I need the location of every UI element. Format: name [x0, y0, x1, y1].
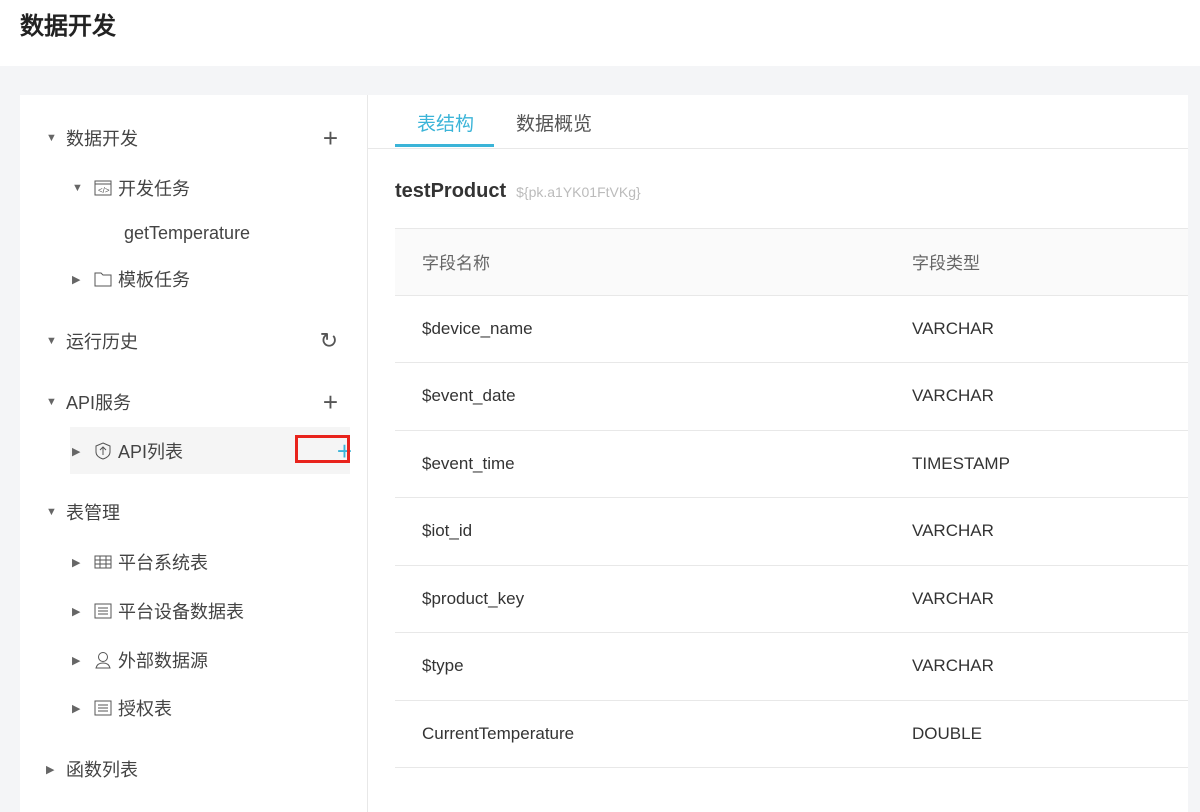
svg-text:</>: </> — [98, 186, 110, 195]
table-grid-icon — [92, 553, 114, 571]
schema-table: 字段名称 字段类型 $device_name VARCHAR $event_date V… — [395, 228, 1188, 768]
label: 数据开发 — [66, 129, 138, 149]
field-type: VARCHAR — [912, 386, 994, 406]
caret-down-icon[interactable]: ▼ — [72, 182, 92, 194]
tree-item-auth-tables[interactable]: ▶ 授权表 — [72, 693, 172, 723]
field-name: $device_name — [422, 318, 533, 338]
caret-right-icon[interactable]: ▶ — [72, 702, 92, 715]
header: 数据开发 — [0, 0, 1200, 66]
table-row: CurrentTemperature DOUBLE — [395, 701, 1188, 768]
label: 运行历史 — [66, 332, 138, 352]
plus-icon[interactable]: + — [323, 125, 338, 151]
table-row: $type VARCHAR — [395, 633, 1188, 701]
label: 外部数据源 — [118, 651, 208, 671]
label: 平台设备数据表 — [118, 602, 244, 622]
field-type: TIMESTAMP — [912, 453, 1010, 473]
code-file-icon: </> — [92, 179, 114, 197]
folder-icon — [92, 270, 114, 288]
label: 授权表 — [118, 699, 172, 719]
tree-item-data-dev[interactable]: ▼ 数据开发 + — [46, 123, 356, 153]
tree-item-template-tasks[interactable]: ▶ 模板任务 — [72, 264, 190, 294]
table-row: $product_key VARCHAR — [395, 566, 1188, 633]
caret-down-icon[interactable]: ▼ — [46, 396, 66, 408]
tab-table-structure[interactable]: 表结构 — [417, 109, 474, 136]
caret-down-icon[interactable]: ▼ — [46, 506, 66, 518]
label: API列表 — [118, 442, 184, 462]
tree-item-gettemperature[interactable]: getTemperature — [124, 218, 250, 248]
refresh-icon[interactable]: ↻ — [320, 330, 338, 352]
label: 开发任务 — [118, 179, 190, 199]
caret-right-icon[interactable]: ▶ — [72, 556, 92, 569]
list-table-icon — [92, 699, 114, 717]
table-name: testProduct — [395, 180, 507, 202]
list-table-icon — [92, 602, 114, 620]
field-name: $type — [422, 656, 464, 676]
tree-item-platform-system-tables[interactable]: ▶ 平台系统表 — [72, 547, 208, 577]
table-row: $iot_id VARCHAR — [395, 498, 1188, 566]
caret-down-icon[interactable]: ▼ — [46, 132, 66, 144]
page-title: 数据开发 — [20, 13, 116, 40]
plus-icon[interactable]: + — [323, 389, 338, 415]
label: 模板任务 — [118, 270, 190, 290]
tree-item-dev-tasks[interactable]: ▼ </> 开发任务 — [72, 173, 190, 203]
field-name: CurrentTemperature — [422, 723, 575, 743]
column-header-type: 字段类型 — [912, 254, 980, 274]
table-header: 字段名称 字段类型 — [395, 228, 1188, 296]
table-row: $device_name VARCHAR — [395, 296, 1188, 363]
label: 平台系统表 — [118, 553, 208, 573]
tree-item-run-history[interactable]: ▼ 运行历史 ↻ — [46, 326, 356, 356]
label: 表管理 — [66, 503, 120, 523]
field-type: VARCHAR — [912, 521, 994, 541]
caret-right-icon[interactable]: ▶ — [46, 763, 66, 776]
table-title: testProduct ${pk.a1YK01FtVKg} — [395, 180, 641, 203]
tree-item-api-service[interactable]: ▼ API服务 + — [46, 387, 356, 417]
field-name: $iot_id — [422, 521, 473, 541]
tab-bar: 表结构 数据概览 — [368, 95, 1188, 149]
field-type: VARCHAR — [912, 318, 994, 338]
main-panel: 表结构 数据概览 testProduct ${pk.a1YK01FtVKg} 字段… — [368, 95, 1188, 812]
field-name: $product_key — [422, 588, 525, 608]
caret-right-icon[interactable]: ▶ — [72, 445, 92, 458]
label: 函数列表 — [66, 760, 138, 780]
caret-right-icon[interactable]: ▶ — [72, 605, 92, 618]
label: API服务 — [66, 393, 132, 413]
field-type: VARCHAR — [912, 588, 994, 608]
caret-down-icon[interactable]: ▼ — [46, 335, 66, 347]
column-header-name: 字段名称 — [422, 254, 490, 274]
api-shield-icon — [92, 442, 114, 460]
field-name: $event_time — [422, 453, 515, 473]
tree-item-functions[interactable]: ▶ 函数列表 — [46, 754, 138, 784]
tree-item-platform-device-tables[interactable]: ▶ 平台设备数据表 — [72, 596, 244, 626]
table-key: ${pk.a1YK01FtVKg} — [516, 184, 641, 200]
table-row: $event_time TIMESTAMP — [395, 431, 1188, 498]
label: getTemperature — [124, 222, 251, 243]
highlight-annotation-box — [295, 435, 350, 463]
field-type: DOUBLE — [912, 723, 982, 743]
table-row: $event_date VARCHAR — [395, 363, 1188, 431]
field-name: $event_date — [422, 386, 516, 406]
sidebar-tree: ▼ 数据开发 + ▼ </> 开发任务 getTemperature ▶ 模板任务 ▼ 运行… — [20, 95, 368, 812]
caret-right-icon[interactable]: ▶ — [72, 273, 92, 286]
tree-item-table-mgmt[interactable]: ▼ 表管理 — [46, 497, 120, 527]
field-type: VARCHAR — [912, 656, 994, 676]
user-source-icon — [92, 651, 114, 669]
tree-item-external-sources[interactable]: ▶ 外部数据源 — [72, 645, 208, 675]
active-tab-indicator — [395, 144, 494, 147]
tab-data-overview[interactable]: 数据概览 — [516, 109, 592, 136]
caret-right-icon[interactable]: ▶ — [72, 654, 92, 667]
